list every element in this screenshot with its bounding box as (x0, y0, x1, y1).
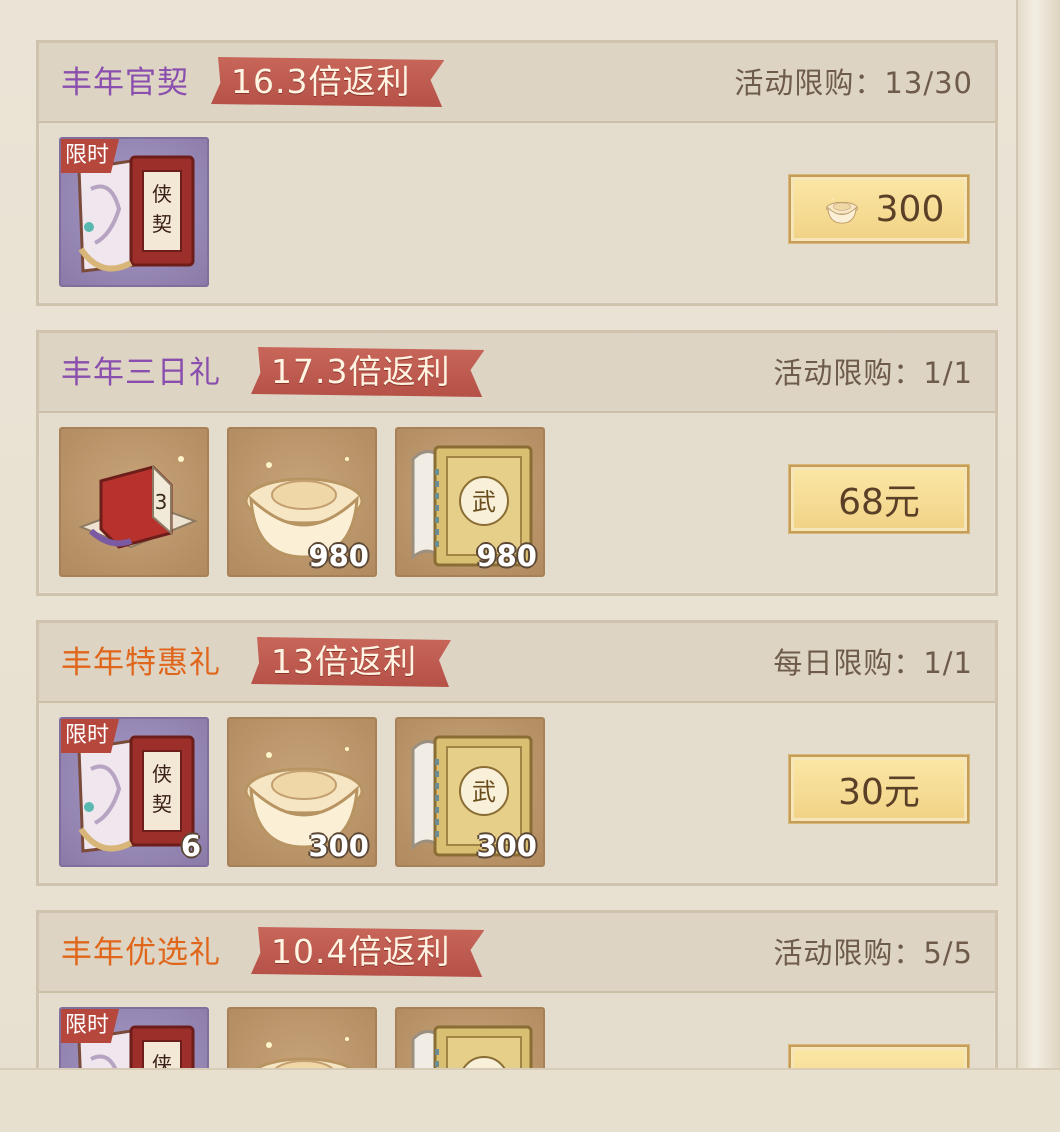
item-slot-ingot[interactable]: 300 (227, 717, 377, 867)
item-slot-ingot[interactable] (227, 1007, 377, 1068)
rebate-ribbon: 16.3倍返利 (211, 57, 445, 107)
item-slot-contract-book[interactable]: 限时 (59, 1007, 209, 1068)
pack-title: 丰年优选礼 (61, 935, 221, 971)
item-count: 6 (180, 829, 201, 863)
pack-contents: 限时 6 300 300 30元 (39, 703, 995, 883)
item-count: 300 (308, 829, 369, 863)
item-slot-skill-book[interactable] (395, 1007, 545, 1068)
limited-time-tag: 限时 (61, 139, 120, 173)
panel-bottom-frame (0, 1068, 1060, 1132)
pack-title: 丰年三日礼 (61, 355, 221, 391)
scroll-box-icon (61, 429, 209, 577)
gift-pack-card: 丰年特惠礼 13倍返利 每日限购：1/1 限时 6 300 300 30元 (36, 620, 998, 886)
ingot-icon (229, 1009, 377, 1068)
rebate-ribbon: 10.4倍返利 (251, 927, 485, 977)
pack-contents: 980 980 68元 (39, 413, 995, 593)
purchase-limit: 活动限购：13/30 (734, 66, 973, 100)
item-slot-contract-book[interactable]: 限时 (59, 137, 209, 287)
item-slot-skill-book[interactable]: 300 (395, 717, 545, 867)
purchase-limit: 活动限购：1/1 (773, 356, 973, 390)
gift-pack-card: 丰年三日礼 17.3倍返利 活动限购：1/1 980 980 68元 (36, 330, 998, 596)
item-count: 980 (308, 539, 369, 573)
gift-pack-card: 丰年官契 16.3倍返利 活动限购：13/30 限时 300 (36, 40, 998, 306)
pack-header: 丰年特惠礼 13倍返利 每日限购：1/1 (39, 623, 995, 703)
pack-header: 丰年官契 16.3倍返利 活动限购：13/30 (39, 43, 995, 123)
gift-pack-card: 丰年优选礼 10.4倍返利 活动限购：5/5 限时 (36, 910, 998, 1068)
buy-button[interactable]: 300 (789, 175, 969, 243)
buy-button[interactable]: 30元 (789, 755, 969, 823)
price-label: 30元 (838, 772, 920, 813)
item-slot-scroll-box[interactable] (59, 427, 209, 577)
rebate-ribbon: 17.3倍返利 (251, 347, 485, 397)
pack-contents: 限时 (39, 993, 995, 1068)
limited-time-tag: 限时 (61, 719, 120, 753)
pack-title: 丰年特惠礼 (61, 645, 221, 681)
purchase-limit: 每日限购：1/1 (773, 646, 973, 680)
pack-contents: 限时 300 (39, 123, 995, 303)
item-slot-skill-book[interactable]: 980 (395, 427, 545, 577)
gift-pack-list[interactable]: 丰年官契 16.3倍返利 活动限购：13/30 限时 300 丰年三日礼 17.… (30, 0, 1006, 1068)
pack-title: 丰年官契 (61, 65, 189, 101)
buy-button[interactable] (789, 1045, 969, 1068)
item-slot-ingot[interactable]: 980 (227, 427, 377, 577)
item-slot-contract-book[interactable]: 限时 6 (59, 717, 209, 867)
item-count: 300 (476, 829, 537, 863)
price-label: 68元 (838, 482, 920, 523)
rebate-ribbon: 13倍返利 (251, 637, 451, 687)
buy-button[interactable]: 68元 (789, 465, 969, 533)
ingot-icon (814, 189, 870, 229)
price-label: 300 (875, 188, 945, 230)
item-count: 980 (476, 539, 537, 573)
pack-header: 丰年三日礼 17.3倍返利 活动限购：1/1 (39, 333, 995, 413)
purchase-limit: 活动限购：5/5 (773, 936, 973, 970)
limited-time-tag: 限时 (61, 1009, 120, 1043)
skill-book-icon (397, 1009, 545, 1068)
scroll-frame-edge (1016, 0, 1060, 1132)
pack-header: 丰年优选礼 10.4倍返利 活动限购：5/5 (39, 913, 995, 993)
